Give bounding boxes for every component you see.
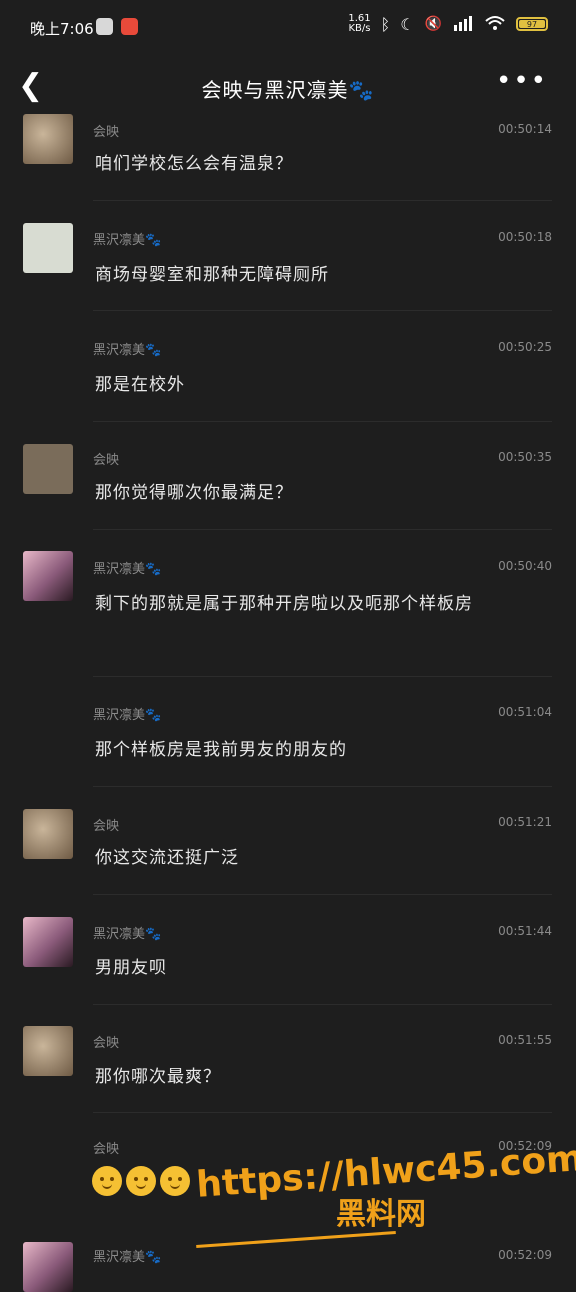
message-text: 咱们学校怎么会有温泉？ [95,154,293,174]
message-time: 00:50:35 [498,450,552,464]
sender-name: 黑沢凛美🐾 [93,927,162,942]
smile-emoji-icon [160,1166,190,1196]
sender-name: 黑沢凛美🐾 [93,708,162,723]
message-time: 00:50:14 [498,122,552,136]
bluetooth-icon: ᛒ [380,14,391,34]
more-options-button[interactable]: ••• [496,66,548,96]
app-notification-icon-2 [121,18,138,35]
status-time: 晚上7:06 [30,20,94,38]
smile-emoji-icon [92,1166,122,1196]
net-speed-unit: KB/s [348,23,371,34]
message-time: 00:50:18 [498,230,552,244]
message-text: 那个样板房是我前男友的朋友的 [95,740,347,760]
avatar-pink[interactable] [23,551,73,601]
divider [93,676,552,677]
divider [93,1004,552,1005]
message-text: 剩下的那就是属于那种开房啦以及呃那个样板房 [95,594,473,614]
message-time: 00:51:44 [498,924,552,938]
divider [93,200,552,201]
message-text: 商场母婴室和那种无障碍厕所 [95,265,329,285]
sender-name: 会映 [93,819,120,834]
status-icons: 1.61 KB/s ᛒ ☾ 🔇 97 [348,14,548,34]
network-speed: 1.61 KB/s [348,14,370,34]
wifi-icon [484,15,506,34]
sender-name: 会映 [93,1142,120,1157]
watermark: https://hlwc45.com 黑料网 [195,1138,576,1233]
sender-name: 黑沢凛美🐾 [93,562,162,577]
chat-title: 会映与黑沢凛美🐾 [201,78,375,102]
message-time: 00:51:04 [498,705,552,719]
moon-icon: ☾ [400,14,415,34]
avatar-pink[interactable] [23,917,73,967]
divider [93,310,552,311]
divider [93,529,552,530]
smile-emoji-icon [126,1166,156,1196]
sender-name: 会映 [93,453,120,468]
sender-name: 黑沢凛美🐾 [93,233,162,248]
avatar-cat[interactable] [23,1026,73,1076]
message-time: 00:50:25 [498,340,552,354]
message-time: 00:51:55 [498,1033,552,1047]
signal-icon [452,15,474,34]
message-time: 00:51:21 [498,815,552,829]
avatar-plain-brown[interactable] [23,444,73,494]
status-bar: 晚上7:06 1.61 KB/s ᛒ ☾ 🔇 97 [0,0,576,56]
sender-name: 黑沢凛美🐾 [93,1250,162,1265]
app-notification-icon [96,18,113,35]
mute-icon: 🔇 [424,16,442,32]
message-text: 你这交流还挺广泛 [95,848,239,868]
sender-name: 黑沢凛美🐾 [93,343,162,358]
sender-name: 会映 [93,1036,120,1051]
message-text: 那是在校外 [95,375,185,395]
divider [93,786,552,787]
avatar-cat[interactable] [23,809,73,859]
message-text: 男朋友呗 [95,958,167,978]
avatar-plain-light[interactable] [23,223,73,273]
chat-header: ❮ 会映与黑沢凛美🐾 ••• [0,56,576,114]
avatar-pink[interactable] [23,1242,73,1292]
emoji-row [92,1166,190,1196]
battery-icon: 97 [516,17,548,31]
divider [93,894,552,895]
divider [93,421,552,422]
message-time: 00:50:40 [498,559,552,573]
battery-level: 97 [519,20,545,29]
message-text: 那你觉得哪次你最满足？ [95,483,293,503]
avatar-cat[interactable] [23,114,73,164]
message-text: 那你哪次最爽？ [95,1067,221,1087]
message-time: 00:52:09 [498,1248,552,1262]
watermark-underline [196,1231,396,1248]
sender-name: 会映 [93,125,120,140]
divider [93,1112,552,1113]
